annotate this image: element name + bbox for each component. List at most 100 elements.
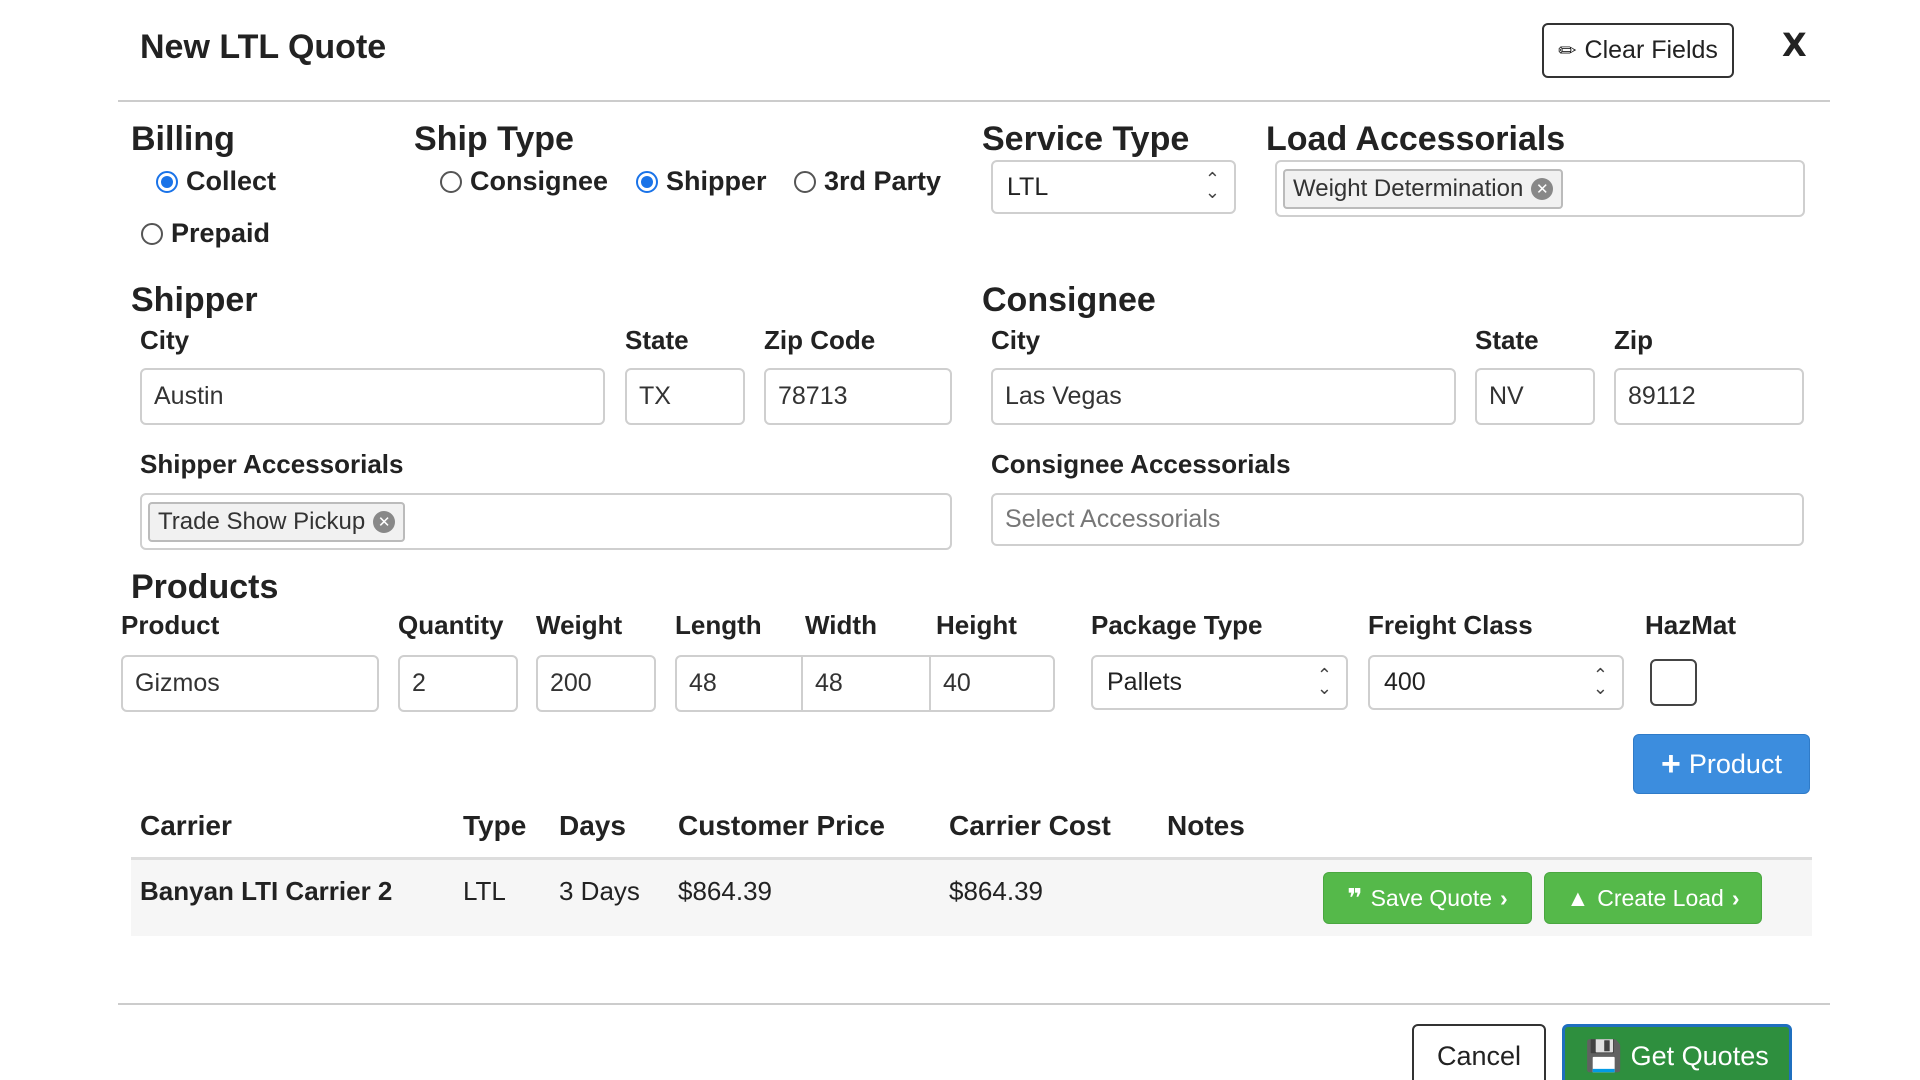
notes-header: Notes [1167, 810, 1245, 841]
row-carrier: Banyan LTI Carrier 2 [140, 876, 393, 906]
consignee-city-label: City [991, 325, 1041, 355]
chevron-right-icon: › [1500, 884, 1508, 911]
hazmat-checkbox[interactable] [1650, 659, 1697, 706]
header-divider [118, 100, 1830, 102]
remove-tag-icon[interactable]: ✕ [373, 510, 396, 533]
carrier-header: Carrier [140, 810, 232, 841]
shipper-accessorial-tag: Trade Show Pickup ✕ [148, 501, 406, 542]
quote-icon: ❞ [1347, 882, 1363, 913]
service-type-select[interactable]: LTL ⌃ ⌄ [991, 160, 1236, 214]
shipper-zip-label: Zip Code [764, 325, 876, 355]
shipper-accessorials-field[interactable]: Trade Show Pickup ✕ [140, 493, 952, 550]
consignee-accessorials-field[interactable]: Select Accessorials [991, 493, 1804, 546]
billing-collect-label: Collect [186, 166, 277, 196]
remove-tag-icon[interactable]: ✕ [1531, 177, 1554, 200]
freight-class-value: 400 [1384, 668, 1426, 696]
consignee-zip-input[interactable]: 89112 [1614, 368, 1804, 425]
create-load-label: Create Load [1597, 884, 1724, 911]
consignee-zip-label: Zip [1614, 325, 1653, 355]
road-icon: ▲ [1566, 884, 1590, 911]
shipper-state-label: State [625, 325, 689, 355]
ship-type-3rd-party-label: 3rd Party [824, 166, 942, 196]
customer-price-header: Customer Price [678, 810, 885, 841]
clear-fields-label: Clear Fields [1584, 36, 1718, 64]
row-customer-price: $864.39 [678, 876, 772, 906]
width-label: Width [805, 610, 877, 640]
quantity-input[interactable]: 2 [398, 655, 518, 712]
product-input[interactable]: Gizmos [121, 655, 379, 712]
ship-type-heading: Ship Type [414, 120, 574, 158]
product-label: Product [121, 610, 220, 640]
ship-type-shipper-label: Shipper [666, 166, 767, 196]
ship-type-consignee-label: Consignee [470, 166, 609, 196]
consignee-city-input[interactable]: Las Vegas [991, 368, 1456, 425]
carrier-cost-header: Carrier Cost [949, 810, 1111, 841]
plus-icon: + [1661, 744, 1681, 783]
radio-unselected-icon [141, 222, 163, 245]
package-type-value: Pallets [1107, 668, 1183, 696]
get-quotes-label: Get Quotes [1630, 1041, 1769, 1071]
height-input[interactable]: 40 [929, 655, 1055, 712]
radio-selected-icon [636, 170, 658, 193]
consignee-heading: Consignee [982, 281, 1156, 319]
length-input[interactable]: 48 [675, 655, 803, 712]
get-quotes-button[interactable]: 💾 Get Quotes [1562, 1024, 1792, 1080]
clear-fields-button[interactable]: ✏ Clear Fields [1542, 23, 1734, 78]
eraser-icon: ✏ [1558, 37, 1577, 63]
chevron-right-icon: › [1731, 884, 1740, 911]
weight-input[interactable]: 200 [536, 655, 656, 712]
weight-label: Weight [536, 610, 623, 640]
type-header: Type [463, 810, 527, 841]
shipper-zip-input[interactable]: 78713 [764, 368, 952, 425]
freight-class-select[interactable]: 400 ⌃ ⌄ [1368, 655, 1624, 710]
tag-label: Trade Show Pickup [158, 507, 366, 535]
consignee-state-label: State [1475, 325, 1539, 355]
close-button[interactable]: X [1782, 26, 1807, 64]
billing-prepaid-radio[interactable]: Prepaid [141, 218, 270, 249]
shipper-accessorials-label: Shipper Accessorials [140, 449, 404, 479]
length-label: Length [675, 610, 762, 640]
package-type-label: Package Type [1091, 610, 1263, 640]
add-product-button[interactable]: + Product [1633, 734, 1810, 794]
width-input[interactable]: 48 [801, 655, 931, 712]
billing-collect-radio[interactable]: Collect [156, 166, 276, 197]
save-quote-button[interactable]: ❞ Save Quote › [1323, 872, 1532, 924]
hazmat-label: HazMat [1645, 610, 1737, 640]
load-accessorials-field[interactable]: Weight Determination ✕ [1275, 160, 1805, 217]
row-type: LTL [463, 876, 506, 906]
page-title: New LTL Quote [140, 28, 387, 66]
shipper-city-label: City [140, 325, 190, 355]
tag-label: Weight Determination [1293, 174, 1524, 202]
row-days: 3 Days [559, 876, 640, 906]
package-type-select[interactable]: Pallets ⌃ ⌄ [1091, 655, 1348, 710]
ship-type-shipper-radio[interactable]: Shipper [636, 166, 767, 197]
chevron-updown-icon: ⌃ ⌄ [1204, 169, 1220, 203]
consignee-state-input[interactable]: NV [1475, 368, 1595, 425]
shipper-city-input[interactable]: Austin [140, 368, 605, 425]
service-type-value: LTL [1007, 172, 1049, 201]
days-header: Days [559, 810, 626, 841]
quantity-label: Quantity [398, 610, 504, 640]
products-heading: Products [131, 568, 279, 606]
freight-class-label: Freight Class [1368, 610, 1533, 640]
radio-unselected-icon [440, 170, 462, 193]
save-quote-label: Save Quote [1370, 884, 1493, 911]
consignee-accessorials-label: Consignee Accessorials [991, 449, 1291, 479]
ship-type-3rd-party-radio[interactable]: 3rd Party [794, 166, 941, 197]
cancel-button[interactable]: Cancel [1412, 1024, 1546, 1080]
load-accessorials-heading: Load Accessorials [1266, 120, 1566, 158]
radio-selected-icon [156, 170, 178, 193]
add-product-label: Product [1688, 748, 1782, 779]
shipper-state-input[interactable]: TX [625, 368, 745, 425]
shipper-heading: Shipper [131, 281, 258, 319]
height-label: Height [936, 610, 1017, 640]
chevron-updown-icon: ⌃ ⌄ [1316, 664, 1332, 699]
create-load-button[interactable]: ▲ Create Load › [1544, 872, 1762, 924]
footer-divider [118, 1003, 1830, 1005]
save-check-icon: 💾 [1585, 1040, 1623, 1073]
ship-type-consignee-radio[interactable]: Consignee [440, 166, 608, 197]
service-type-heading: Service Type [982, 120, 1190, 158]
radio-unselected-icon [794, 170, 816, 193]
chevron-updown-icon: ⌃ ⌄ [1592, 664, 1608, 699]
load-accessorial-tag: Weight Determination ✕ [1283, 168, 1564, 209]
